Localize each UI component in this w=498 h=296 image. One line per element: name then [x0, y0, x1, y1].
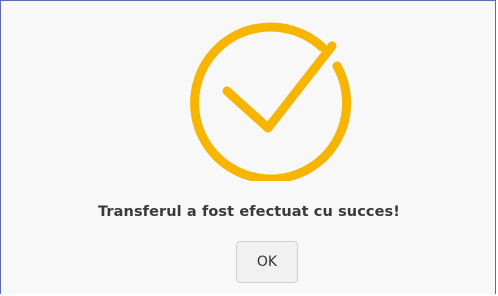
success-message: Transferul a fost efectuat cu succes!	[97, 204, 400, 220]
check-circle-icon	[185, 11, 355, 181]
success-dialog: Transferul a fost efectuat cu succes! OK	[0, 0, 496, 294]
ok-button[interactable]: OK	[236, 241, 298, 283]
